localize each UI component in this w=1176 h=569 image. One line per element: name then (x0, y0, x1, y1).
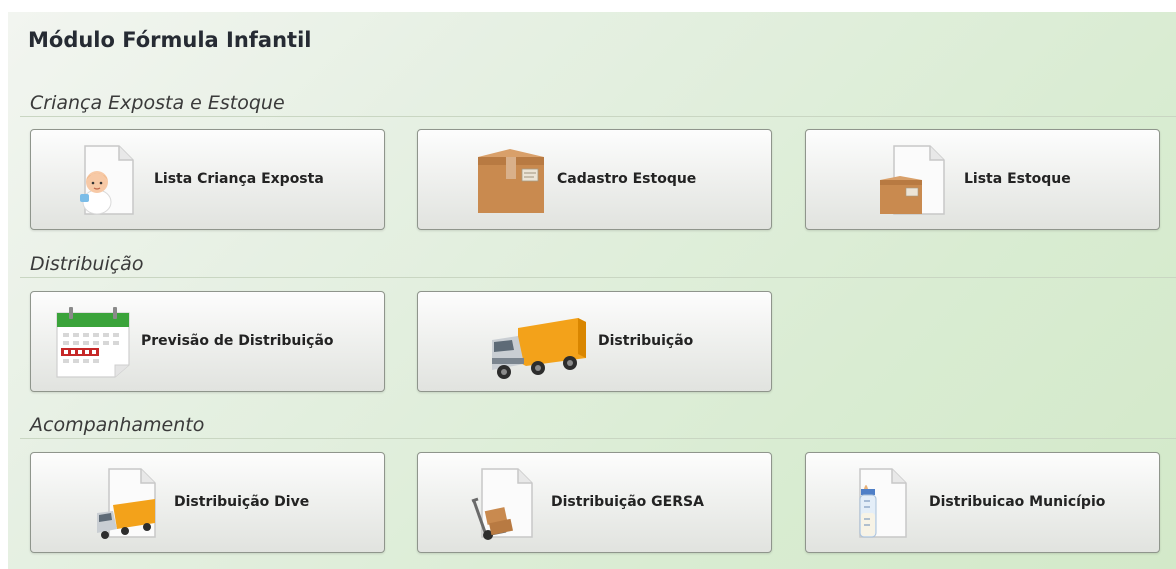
baby-bottle-document-icon (848, 467, 914, 545)
section-title-distribuicao: Distribuição (30, 253, 144, 275)
tile-label: Distribuição (598, 333, 694, 349)
distribuicao-dive-button[interactable]: Distribuição Dive (30, 452, 385, 553)
tile-label: Distribuicao Município (929, 494, 1106, 510)
tile-label: Distribuição Dive (174, 494, 310, 510)
previsao-distribuicao-button[interactable]: Previsão de Distribuição (30, 291, 385, 392)
tile-label: Distribuição GERSA (551, 494, 704, 510)
calendar-icon (53, 305, 133, 383)
tile-label: Lista Criança Exposta (154, 171, 324, 187)
section-divider (20, 277, 1176, 278)
lista-estoque-button[interactable]: Lista Estoque (805, 129, 1160, 230)
hand-truck-document-icon (468, 467, 538, 545)
page-title: Módulo Fórmula Infantil (28, 28, 312, 52)
truck-document-icon (95, 467, 161, 543)
tile-label: Previsão de Distribuição (141, 333, 334, 349)
section-title-crianca-estoque: Criança Exposta e Estoque (30, 92, 285, 114)
section-divider (20, 438, 1176, 439)
cadastro-estoque-button[interactable]: Cadastro Estoque (417, 129, 772, 230)
distribuicao-button[interactable]: Distribuição (417, 291, 772, 392)
box-document-icon (878, 144, 950, 220)
section-title-acompanhamento: Acompanhamento (30, 414, 205, 436)
tile-label: Lista Estoque (964, 171, 1071, 187)
tile-label: Cadastro Estoque (557, 171, 697, 187)
lista-crianca-exposta-button[interactable]: Lista Criança Exposta (30, 129, 385, 230)
cardboard-box-icon (474, 147, 546, 221)
distribuicao-municipio-button[interactable]: Distribuicao Município (805, 452, 1160, 553)
section-divider (20, 116, 1176, 117)
baby-document-icon (75, 144, 139, 220)
delivery-truck-icon (488, 314, 588, 386)
distribuicao-gersa-button[interactable]: Distribuição GERSA (417, 452, 772, 553)
formula-module-panel: Módulo Fórmula Infantil Criança Exposta … (8, 12, 1176, 569)
